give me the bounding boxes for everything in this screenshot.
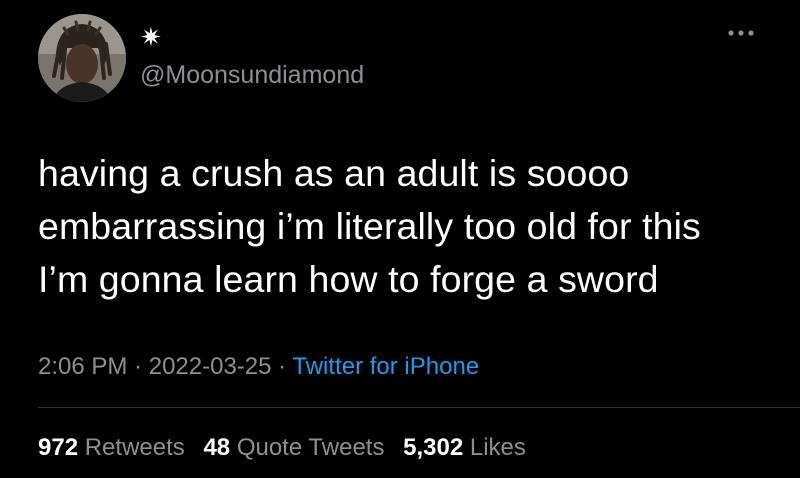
- quote-tweets-label: Quote Tweets: [236, 434, 385, 461]
- more-horizontal-icon[interactable]: [726, 26, 756, 40]
- quote-tweets-count: 48: [203, 434, 231, 461]
- tweet-time[interactable]: 2:06 PM: [38, 353, 127, 380]
- quote-tweets-stat[interactable]: 48 Quote Tweets: [203, 434, 384, 461]
- retweets-stat[interactable]: 972 Retweets: [38, 434, 185, 461]
- likes-count: 5,302: [403, 434, 464, 461]
- avatar[interactable]: [38, 14, 126, 102]
- display-name[interactable]: ✷: [140, 22, 162, 52]
- user-handle[interactable]: @Moonsundiamond: [140, 60, 364, 90]
- tweet-meta: 2:06 PM · 2022-03-25 · Twitter for iPhon…: [38, 352, 479, 382]
- meta-separator: ·: [127, 353, 149, 380]
- tweet-text: having a crush as an adult is soooo emba…: [38, 152, 701, 300]
- avatar-photo: [38, 14, 126, 102]
- tweet-card: ✷ @Moonsundiamond having a crush as an a…: [0, 0, 800, 478]
- retweets-count: 972: [38, 434, 79, 461]
- meta-separator: ·: [271, 353, 293, 380]
- tweet-stats: 972 Retweets 48 Quote Tweets 5,302 Likes: [38, 433, 538, 463]
- tweet-date[interactable]: 2022-03-25: [149, 353, 272, 380]
- divider: [38, 407, 800, 408]
- tweet-source-link[interactable]: Twitter for iPhone: [292, 353, 479, 380]
- retweets-label: Retweets: [84, 434, 185, 461]
- likes-label: Likes: [469, 434, 526, 461]
- likes-stat[interactable]: 5,302 Likes: [403, 434, 526, 461]
